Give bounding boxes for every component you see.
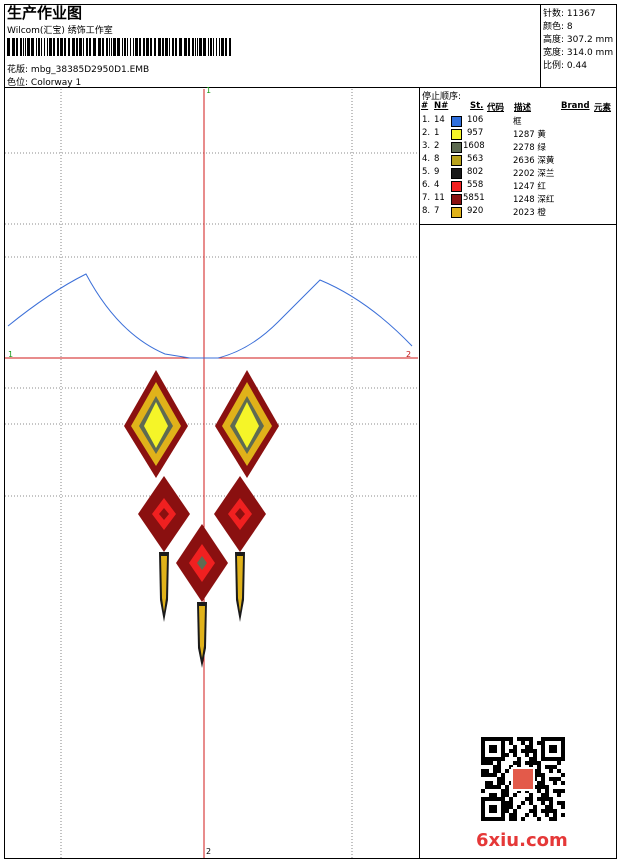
ornament-center <box>176 524 228 602</box>
qr-code <box>480 736 566 822</box>
neckline-outline <box>7 273 413 359</box>
marker-1-top: 1 <box>206 86 212 95</box>
tassel-center <box>197 602 207 668</box>
ornament-top-right <box>215 370 279 478</box>
marker-1-left: 1 <box>8 350 14 359</box>
ornament-top-left <box>124 370 188 478</box>
marker-2-right: 2 <box>406 350 412 359</box>
design-canvas <box>5 89 418 858</box>
grid-lines <box>5 89 418 858</box>
marker-2-bottom: 2 <box>206 847 212 856</box>
watermark-logo: 6xiu.com <box>476 830 568 851</box>
tassel-left <box>159 552 169 622</box>
tassel-right <box>235 552 245 622</box>
ornament-mid-right <box>214 476 266 552</box>
ornament-mid-left <box>138 476 190 552</box>
